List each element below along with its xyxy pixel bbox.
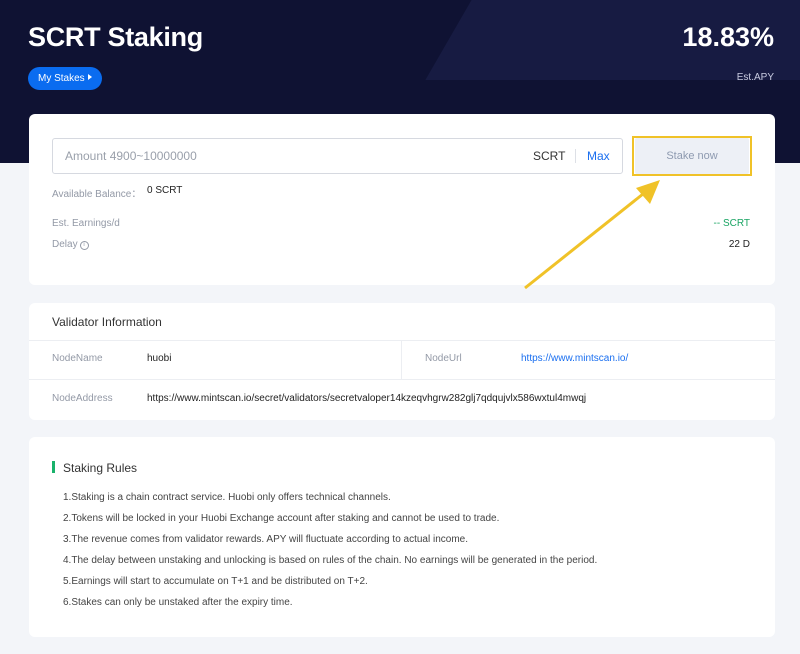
divider [29,340,775,341]
my-stakes-button[interactable]: My Stakes [28,67,102,90]
validator-card: Validator Information NodeName huobi Nod… [29,303,775,420]
divider [29,379,775,380]
rule-item: 1.Staking is a chain contract service. H… [63,492,391,503]
rules-card: Staking Rules 1.Staking is a chain contr… [29,437,775,637]
divider [575,149,576,163]
page-title: SCRT Staking [28,22,203,52]
rule-item: 5.Earnings will start to accumulate on T… [63,576,368,587]
amount-unit: SCRT [533,149,566,163]
delay-value: 22 D [728,239,750,250]
node-address-label: NodeAddress [52,393,113,404]
delay-row-label: Delay i [52,239,89,250]
amount-field: SCRT Max [52,138,623,174]
node-url-link[interactable]: https://www.mintscan.io/ [521,353,628,364]
validator-section-title: Validator Information [52,315,162,329]
available-balance-label: Available Balance： [52,189,142,200]
amount-input[interactable] [65,139,465,173]
available-balance-value: 0 SCRT [147,185,183,196]
rule-item: 3.The revenue comes from validator rewar… [63,534,469,545]
max-button[interactable]: Max [587,149,610,163]
info-circle-icon[interactable]: i [79,241,89,250]
est-earnings-value: -- SCRT [713,218,750,229]
apy-value: 18.83% [682,22,774,52]
rule-item: 6.Stakes can only be unstaked after the … [63,597,293,608]
rule-item: 2.Tokens will be locked in your Huobi Ex… [63,513,500,524]
delay-label: Delay [52,239,78,250]
node-url-label: NodeUrl [425,353,462,364]
section-accent-bar [52,461,55,473]
stake-now-button[interactable]: Stake now [635,138,749,174]
stake-form-card: SCRT Max Stake now Available Balance： 0 … [29,114,775,285]
rules-list: 1.Staking is a chain contract service. H… [63,491,597,617]
divider [401,340,402,379]
node-name-label: NodeName [52,353,103,364]
node-name-value: huobi [147,353,172,364]
apy-label: Est.APY [736,72,774,83]
rule-item: 4.The delay between unstaking and unlock… [63,555,598,566]
node-address-value: https://www.mintscan.io/secret/validator… [147,393,587,404]
rules-section-title: Staking Rules [63,461,138,475]
my-stakes-label: My Stakes [38,73,85,84]
est-earnings-label: Est. Earnings/d [52,218,120,229]
play-triangle-icon [87,74,92,80]
